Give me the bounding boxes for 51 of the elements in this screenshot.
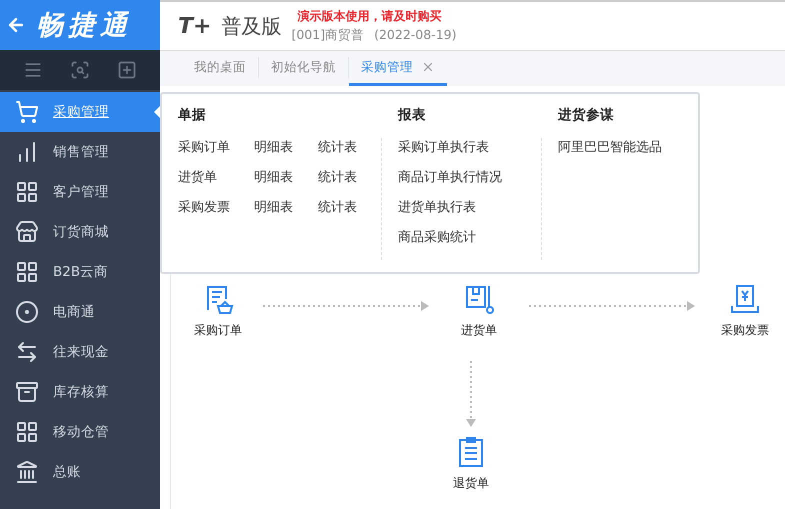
account-name: [001]商贸普	[291, 27, 364, 44]
product-name: 普及版	[221, 12, 282, 40]
brand-name: 畅捷通	[36, 9, 132, 43]
sidebar-item[interactable]: 订货商城	[0, 212, 160, 252]
bank-icon	[15, 460, 39, 484]
menu-link[interactable]: 商品采购统计	[398, 228, 531, 246]
store-icon	[15, 220, 39, 244]
menu-section-title: 单据	[178, 106, 207, 124]
menu-section-title: 报表	[398, 106, 427, 124]
flow-arrow	[465, 359, 477, 429]
menu-link[interactable]: 统计表	[318, 198, 368, 216]
menu-link[interactable]: 采购订单	[178, 138, 254, 156]
menu-link[interactable]: 明细表	[254, 198, 318, 216]
menu-link[interactable]: 进货单执行表	[398, 198, 531, 216]
menu-section-title: 进货参谋	[558, 106, 615, 124]
swap-icon	[15, 340, 39, 364]
grid-icon	[15, 420, 39, 444]
menu-link[interactable]: 阿里巴巴智能选品	[558, 138, 682, 156]
menu-link[interactable]: 统计表	[318, 168, 368, 186]
sidebar-item[interactable]: 往来现金	[0, 332, 160, 372]
flow-node[interactable]: 采购订单	[183, 282, 253, 339]
grid-icon	[15, 260, 39, 284]
close-icon[interactable]	[421, 60, 435, 74]
receipt-icon	[728, 282, 762, 316]
menu-link[interactable]: 统计表	[318, 138, 368, 156]
flow-node[interactable]: 进货单	[439, 282, 519, 339]
menu-link[interactable]: 商品订单执行情况	[398, 168, 531, 186]
menu-link[interactable]: 采购订单执行表	[398, 138, 531, 156]
add-button[interactable]	[116, 60, 137, 80]
sidebar-item[interactable]: 库存核算	[0, 372, 160, 412]
sidebar-item[interactable]: 采购管理	[0, 92, 160, 132]
flow-node[interactable]: 退货单	[453, 435, 489, 492]
flow-node[interactable]: 采购发票	[705, 282, 785, 339]
circle-icon	[15, 300, 39, 324]
demo-notice: 演示版本使用，请及时购买	[297, 8, 442, 25]
sidebar-item[interactable]: 客户管理	[0, 172, 160, 212]
sidebar-item[interactable]: 总账	[0, 452, 160, 492]
sidebar-item[interactable]: 电商通	[0, 292, 160, 332]
sidebar-item[interactable]: 销售管理	[0, 132, 160, 172]
sidebar-item[interactable]: 移动仓管	[0, 412, 160, 452]
account-date: (2022-08-19)	[374, 27, 456, 44]
archive-icon	[15, 380, 39, 404]
cart-icon	[15, 100, 39, 124]
menu-link[interactable]: 明细表	[254, 138, 318, 156]
sidebar-item[interactable]: B2B云商	[0, 252, 160, 292]
grid-icon	[15, 180, 39, 204]
menu-link[interactable]: 进货单	[178, 168, 254, 186]
menu-link[interactable]: 明细表	[254, 168, 318, 186]
logo-mark: T+	[178, 14, 212, 38]
menu-link[interactable]: 采购发票	[178, 198, 254, 216]
search-button[interactable]	[70, 60, 90, 80]
